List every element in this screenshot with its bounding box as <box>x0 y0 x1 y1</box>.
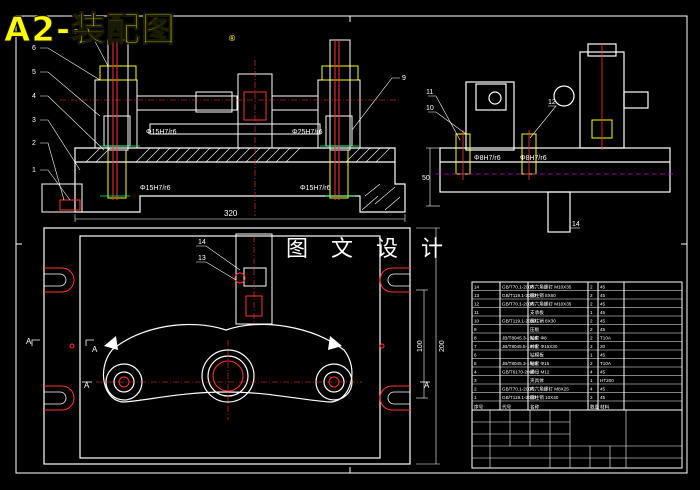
section-label: A <box>424 381 430 390</box>
bom-cell-qty: 4 <box>590 370 593 375</box>
fit-label: Φ15H7/r6 <box>300 185 331 192</box>
side-view: 50 14 11 10 12 Φ8H7/r6 Φ8H7/r6 <box>422 43 676 233</box>
bom-cell-mat: T10A <box>600 361 612 366</box>
bom-cell-name: 钻套 Φ15 <box>530 360 550 367</box>
bom-cell-no: 1 <box>474 395 477 400</box>
bom-cell-name: 钻套 Φ8 <box>530 335 547 342</box>
bom-cell-no: 13 <box>474 293 480 298</box>
bom-cell-qty: 2 <box>590 344 593 349</box>
bom-cell-qty: 4 <box>590 387 593 392</box>
section-label: A <box>26 337 32 346</box>
bom-cell-name: 内六角螺钉 M8X25 <box>530 386 569 393</box>
dimension-top-width: 320 <box>224 209 238 218</box>
bom-cell-no: 14 <box>474 285 480 290</box>
bom-header-qty: 数量 <box>590 404 600 411</box>
bom-cell-qty: 1 <box>590 310 593 315</box>
dimension-side-height: 50 <box>422 175 430 182</box>
part-number: 1 <box>32 167 36 174</box>
bom-cell-no: 9 <box>474 327 477 332</box>
plan-view: 14 13 A A A A 100 200 <box>26 227 446 465</box>
drawing-canvas: 1 2 3 4 5 6 7 9 Φ15H7/r6 Φ25H7/r6 Φ15H7/… <box>0 0 700 490</box>
bom-cell-qty: 2 <box>590 302 593 307</box>
bom-cell-name: 压板 <box>530 326 540 333</box>
bom-cell-no: 12 <box>474 302 480 307</box>
bom-cell-mat: 45 <box>600 302 606 307</box>
part-number: 13 <box>198 255 206 262</box>
bom-cell-qty: 2 <box>590 319 593 324</box>
bom-cell-mat: HT200 <box>600 378 614 383</box>
dimension-side-small: 14 <box>572 221 580 228</box>
bom-cell-qty: 1 <box>590 378 593 383</box>
section-label: A <box>92 345 98 354</box>
part-number: 14 <box>198 239 206 246</box>
part-number: 4 <box>32 93 36 100</box>
bom-cell-mat: 45 <box>600 353 606 358</box>
dimension-plan-outer: 200 <box>439 340 446 352</box>
bom-cell-mat: T10A <box>600 336 612 341</box>
part-number: 9 <box>402 75 406 82</box>
bill-of-materials: 14 GB/T70.1-2000内六角螺钉 M10X35 2 4513 GB/T119.… <box>471 281 683 469</box>
bom-cell-mat: 45 <box>600 310 606 315</box>
bom-cell-mat: 45 <box>600 285 606 290</box>
bom-cell-mat: 45 <box>600 370 606 375</box>
bom-cell-name: 支承板 <box>530 309 544 316</box>
fit-label: Φ8H7/r6 <box>520 155 547 162</box>
bom-cell-name: 圆柱销 10X40 <box>530 394 559 401</box>
bom-cell-name: 夹具体 <box>530 377 544 384</box>
bom-header-name: 名称 <box>530 404 540 411</box>
bom-header-no: 序号 <box>474 404 484 411</box>
front-view: 1 2 3 4 5 6 7 9 Φ15H7/r6 Φ25H7/r6 Φ15H7/… <box>32 29 406 222</box>
part-number: 12 <box>548 99 556 106</box>
part-number: 5 <box>32 69 36 76</box>
bom-cell-no: 4 <box>474 370 477 375</box>
bom-cell-no: 2 <box>474 387 477 392</box>
bom-header-mat: 材料 <box>600 404 610 411</box>
bom-cell-mat: 45 <box>600 319 606 324</box>
section-label: A <box>84 381 90 390</box>
bom-cell-mat: 45 <box>600 327 606 332</box>
part-number: 10 <box>426 105 434 112</box>
bom-cell-name: 圆柱销 8X30 <box>530 318 556 325</box>
bom-cell-name: 内六角螺钉 M10X35 <box>530 301 572 308</box>
registered-mark: ® <box>228 34 236 43</box>
dimension-plan-inner: 100 <box>417 340 424 352</box>
bom-cell-qty: 2 <box>590 336 593 341</box>
bom-cell-qty: 2 <box>590 361 593 366</box>
bom-cell-no: 11 <box>474 310 479 315</box>
bom-cell-no: 10 <box>474 319 480 324</box>
fit-label: Φ15H7/r6 <box>146 129 177 136</box>
bom-cell-name: 内六角螺钉 M10X35 <box>530 284 572 291</box>
bom-cell-name: 钻模板 <box>530 352 544 359</box>
bom-cell-mat: 20 <box>600 344 606 349</box>
bom-cell-no: 3 <box>474 378 477 383</box>
fit-label: Φ15H7/r6 <box>140 185 171 192</box>
bom-cell-mat: 45 <box>600 387 606 392</box>
bom-cell-name: 螺母 M12 <box>530 369 550 376</box>
bom-cell-no: 7 <box>474 344 477 349</box>
part-number: 3 <box>32 117 36 124</box>
watermark-text: 图 文 设 计 <box>286 237 451 262</box>
bom-cell-name: 圆柱销 8X60 <box>530 292 556 299</box>
bom-cell-mat: 45 <box>600 395 606 400</box>
bom-cell-qty: 2 <box>590 293 593 298</box>
bom-cell-no: 8 <box>474 336 477 341</box>
bom-cell-no: 6 <box>474 353 477 358</box>
bom-cell-mat: 45 <box>600 293 606 298</box>
bom-cell-qty: 2 <box>590 395 593 400</box>
bom-cell-qty: 2 <box>590 327 593 332</box>
fit-label: Φ25H7/r6 <box>292 129 323 136</box>
part-number: 2 <box>32 140 36 147</box>
bom-cell-name: 衬套 Φ15X30 <box>530 343 558 350</box>
part-number: 11 <box>426 89 433 96</box>
bom-cell-qty: 1 <box>590 353 593 358</box>
fit-label: Φ8H7/r6 <box>474 155 501 162</box>
drawing-title: A2-装配图 <box>3 10 177 51</box>
bom-cell-qty: 2 <box>590 285 593 290</box>
bom-cell-no: 5 <box>474 361 477 366</box>
bom-header-code: 代号 <box>502 404 512 411</box>
